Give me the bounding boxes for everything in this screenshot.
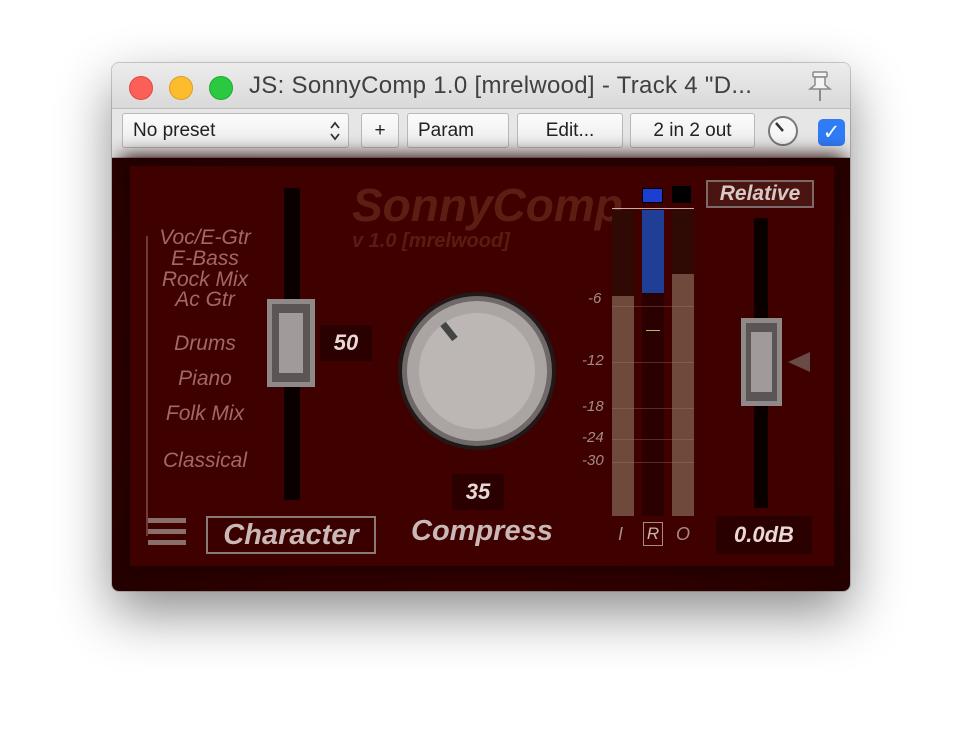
title-bar[interactable]: JS: SonnyComp 1.0 [mrelwood] - Track 4 "… [112,63,850,109]
unity-marker-arrow-icon [788,352,810,372]
toolbar: No preset + Param Edit... 2 in 2 out ✓ [112,109,850,158]
input-meter-fill [612,296,634,516]
wet-dry-knob-icon[interactable] [767,115,799,147]
io-routing-button[interactable]: 2 in 2 out [630,113,755,148]
add-preset-button[interactable]: + [361,113,399,148]
category-e-bass[interactable]: E-Bass [130,248,280,269]
output-meter-fill [672,274,694,516]
close-window-button[interactable] [129,76,153,100]
category-ac-gtr[interactable]: Ac Gtr [130,289,280,310]
meter-gridline-18 [612,408,694,409]
output-clip-indicator [672,186,691,203]
edit-button[interactable]: Edit... [517,113,623,148]
plugin-window: JS: SonnyComp 1.0 [mrelwood] - Track 4 "… [112,63,850,591]
pin-icon[interactable] [805,69,835,103]
meter-gridline-6 [612,306,694,307]
output-handle-grip [751,332,772,392]
compress-knob[interactable] [396,290,558,452]
reduction-meter-toggle[interactable]: R [643,522,663,546]
window-title: JS: SonnyComp 1.0 [mrelwood] - Track 4 "… [249,72,753,99]
reduction-peak-indicator [642,188,663,203]
reduction-meter-fill [642,210,664,293]
reduction-meter [642,210,664,516]
character-handle-grip [279,313,303,373]
preset-value: No preset [133,120,216,141]
meter-gridline-24 [612,439,694,440]
output-meter-label: O [676,524,691,544]
category-rock-mix[interactable]: Rock Mix [130,269,280,290]
plugin-version: v 1.0 [mrelwood] [352,230,510,252]
input-meter [612,210,634,516]
plugin-name: SonnyComp [352,179,623,231]
relative-button[interactable]: Relative [706,180,814,208]
character-button[interactable]: Character [206,516,376,554]
reduction-marker [646,330,660,331]
meter-tick-6: -6 [588,290,602,307]
meter-tick-12: -12 [582,352,604,369]
meter-gridline-12 [612,362,694,363]
plugin-inner-panel: SonnyComp v 1.0 [mrelwood] Voc/E-Gtr E-B… [130,166,834,566]
preset-select[interactable]: No preset [122,113,349,148]
category-piano[interactable]: Piano [130,367,280,391]
menu-icon[interactable] [148,518,186,548]
character-slider-handle[interactable] [267,299,315,387]
output-fader-handle[interactable] [741,318,782,406]
category-drums[interactable]: Drums [130,332,280,356]
zoom-window-button[interactable] [209,76,233,100]
character-value: 50 [320,325,372,361]
compress-label: Compress [411,515,553,547]
output-gain-value: 0.0dB [716,516,812,554]
meter-tick-24: -24 [582,429,604,446]
compress-value: 35 [452,474,504,510]
updown-chevron-icon [330,121,340,141]
meter-tick-30: -30 [582,452,604,469]
category-voc-egtr[interactable]: Voc/E-Gtr [130,227,280,248]
minimize-window-button[interactable] [169,76,193,100]
bypass-checkbox[interactable]: ✓ [818,119,845,146]
plugin-panel: SonnyComp v 1.0 [mrelwood] Voc/E-Gtr E-B… [112,158,850,591]
input-meter-label: I [618,524,624,544]
output-meter [672,210,694,516]
meter-top-line [612,208,694,209]
category-classical[interactable]: Classical [130,449,280,473]
param-button[interactable]: Param [407,113,509,148]
meter-gridline-30 [612,462,694,463]
meter-tick-18: -18 [582,398,604,415]
category-folk-mix[interactable]: Folk Mix [130,402,280,426]
